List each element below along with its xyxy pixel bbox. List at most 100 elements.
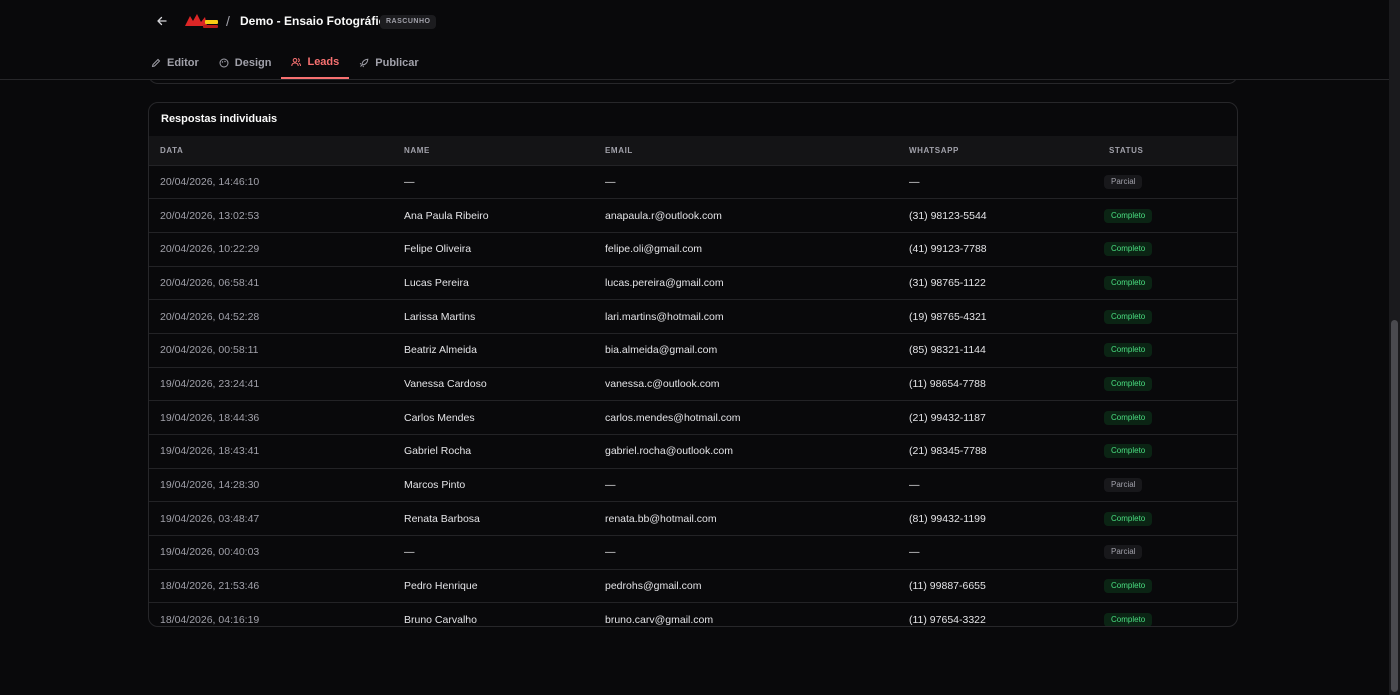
status-badge: Completo: [1104, 511, 1153, 526]
cell-whatsapp: (41) 99123-7788: [909, 243, 987, 256]
cell-email: lucas.pereira@gmail.com: [605, 276, 724, 289]
responses-card: Respostas individuais DATA NAME EMAIL WH…: [148, 102, 1238, 627]
tab-bar: Editor Design Leads Publicar: [141, 47, 429, 80]
table-row[interactable]: 19/04/2026, 18:44:36 Carlos Mendes carlos.…: [149, 400, 1237, 435]
table-row[interactable]: 20/04/2026, 14:46:10 — — — Parcial: [149, 165, 1237, 199]
cell-email: vanessa.c@outlook.com: [605, 377, 720, 390]
status-badge: Completo: [1104, 579, 1153, 594]
cell-name: Bruno Carvalho: [404, 614, 477, 627]
cell-email: lari.martins@hotmail.com: [605, 310, 724, 323]
tab-editor[interactable]: Editor: [141, 47, 209, 79]
cell-whatsapp: (81) 99432-1199: [909, 512, 986, 525]
cell-status: Completo: [1098, 603, 1237, 626]
cell-date: 19/04/2026, 23:24:41: [160, 377, 260, 390]
cell-status: Completo: [1098, 401, 1237, 435]
cell-whatsapp: (31) 98765-1122: [909, 276, 986, 289]
status-badge: Completo: [1104, 376, 1153, 391]
cell-name: —: [404, 175, 415, 188]
status-badge: Completo: [1104, 275, 1153, 290]
status-badge: Completo: [1104, 309, 1153, 324]
cell-whatsapp: (11) 99887-6655: [909, 580, 986, 593]
cell-date: 19/04/2026, 03:48:47: [160, 512, 260, 525]
back-arrow-icon[interactable]: [152, 11, 172, 31]
table-row[interactable]: 19/04/2026, 03:48:47 Renata Barbosa renata…: [149, 501, 1237, 536]
cell-whatsapp: (21) 98345-7788: [909, 445, 987, 458]
cell-status: Parcial: [1098, 536, 1237, 570]
cell-name: Beatriz Almeida: [404, 344, 477, 357]
cell-date: 19/04/2026, 18:44:36: [160, 411, 260, 424]
tab-publicar[interactable]: Publicar: [349, 47, 428, 79]
responses-table: DATA NAME EMAIL WHATSAPP STATUS 20/04/20…: [149, 136, 1237, 627]
status-badge: Completo: [1104, 410, 1153, 425]
breadcrumb-separator: /: [226, 13, 230, 29]
tab-leads[interactable]: Leads: [281, 47, 350, 79]
cell-status: Completo: [1098, 333, 1237, 367]
column-header-whatsapp[interactable]: WHATSAPP: [898, 136, 1098, 165]
cell-whatsapp: (11) 98654-7788: [909, 377, 986, 390]
cell-status: Completo: [1098, 199, 1237, 233]
cell-name: Pedro Henrique: [404, 580, 478, 593]
tab-label: Editor: [167, 57, 199, 69]
cell-email: felipe.oli@gmail.com: [605, 243, 703, 256]
status-badge: Parcial: [1104, 545, 1143, 560]
cell-date: 20/04/2026, 10:22:29: [160, 243, 260, 256]
table-row[interactable]: 20/04/2026, 00:58:11 Beatriz Almeida bia.a…: [149, 333, 1237, 367]
cell-whatsapp: —: [909, 546, 920, 559]
cell-whatsapp: (21) 99432-1187: [909, 411, 986, 424]
cell-date: 20/04/2026, 04:52:28: [160, 310, 260, 323]
status-badge: Parcial: [1104, 478, 1143, 493]
tab-label: Design: [234, 57, 272, 69]
cell-status: Completo: [1098, 232, 1237, 266]
cell-status: Completo: [1098, 435, 1237, 469]
tab-design[interactable]: Design: [209, 47, 282, 79]
cell-whatsapp: (31) 98123-5544: [909, 209, 987, 222]
cell-name: Renata Barbosa: [404, 512, 480, 525]
cell-name: Ana Paula Ribeiro: [404, 209, 489, 222]
table-row[interactable]: 19/04/2026, 23:24:41 Vanessa Cardoso vanes…: [149, 367, 1237, 401]
cell-whatsapp: —: [909, 479, 920, 492]
tab-label: Publicar: [375, 57, 419, 69]
cell-email: bia.almeida@gmail.com: [605, 344, 718, 357]
cell-status: Completo: [1098, 502, 1237, 536]
column-header-name[interactable]: NAME: [393, 136, 594, 165]
table-row[interactable]: 18/04/2026, 21:53:46 Pedro Henrique pedroh…: [149, 569, 1237, 603]
table-row[interactable]: 19/04/2026, 14:28:30 Marcos Pinto — — Parcia…: [149, 468, 1237, 502]
cell-whatsapp: (19) 98765-4321: [909, 310, 987, 323]
top-bar: / Demo - Ensaio Fotográfico RASCUNHO Edi…: [0, 0, 1389, 80]
cell-email: pedrohs@gmail.com: [605, 580, 702, 593]
rocket-icon: [360, 58, 369, 68]
cell-email: —: [605, 546, 616, 559]
status-badge: Completo: [1104, 208, 1153, 223]
status-badge: Parcial: [1104, 174, 1143, 189]
column-header-status[interactable]: STATUS: [1098, 136, 1237, 165]
cell-name: Lucas Pereira: [404, 276, 469, 289]
table-row[interactable]: 20/04/2026, 10:22:29 Felipe Oliveira felip…: [149, 232, 1237, 266]
status-badge: Completo: [1104, 242, 1153, 257]
column-header-date[interactable]: DATA: [149, 136, 393, 165]
scrollbar-thumb[interactable]: [1391, 320, 1398, 692]
table-row[interactable]: 20/04/2026, 04:52:28 Larissa Martins lari.…: [149, 299, 1237, 334]
cell-email: —: [605, 175, 616, 188]
status-badge: Completo: [1104, 613, 1153, 626]
cell-status: Completo: [1098, 569, 1237, 603]
cell-status: Parcial: [1098, 468, 1237, 502]
table-row[interactable]: 19/04/2026, 00:40:03 — — — Parcial: [149, 535, 1237, 570]
table-row[interactable]: 20/04/2026, 13:02:53 Ana Paula Ribeiro ana…: [149, 198, 1237, 233]
cell-status: Completo: [1098, 266, 1237, 300]
cell-date: 20/04/2026, 06:58:41: [160, 276, 260, 289]
table-row[interactable]: 18/04/2026, 04:16:19 Bruno Carvalho bruno.…: [149, 602, 1237, 627]
cell-status: Completo: [1098, 367, 1237, 401]
cell-date: 20/04/2026, 14:46:10: [160, 175, 260, 188]
status-badge: Completo: [1104, 343, 1153, 358]
cell-name: Larissa Martins: [404, 310, 476, 323]
cell-email: anapaula.r@outlook.com: [605, 209, 722, 222]
cell-name: Vanessa Cardoso: [404, 377, 487, 390]
table-row[interactable]: 20/04/2026, 06:58:41 Lucas Pereira lucas.p…: [149, 266, 1237, 300]
cell-whatsapp: (11) 97654-3322: [909, 614, 986, 627]
cell-status: Parcial: [1098, 165, 1237, 199]
cell-name: Marcos Pinto: [404, 479, 466, 492]
cell-email: renata.bb@hotmail.com: [605, 512, 717, 525]
table-row[interactable]: 19/04/2026, 18:43:41 Gabriel Rocha gabriel…: [149, 434, 1237, 469]
column-header-email[interactable]: EMAIL: [594, 136, 898, 165]
pencil-icon: [151, 58, 161, 68]
